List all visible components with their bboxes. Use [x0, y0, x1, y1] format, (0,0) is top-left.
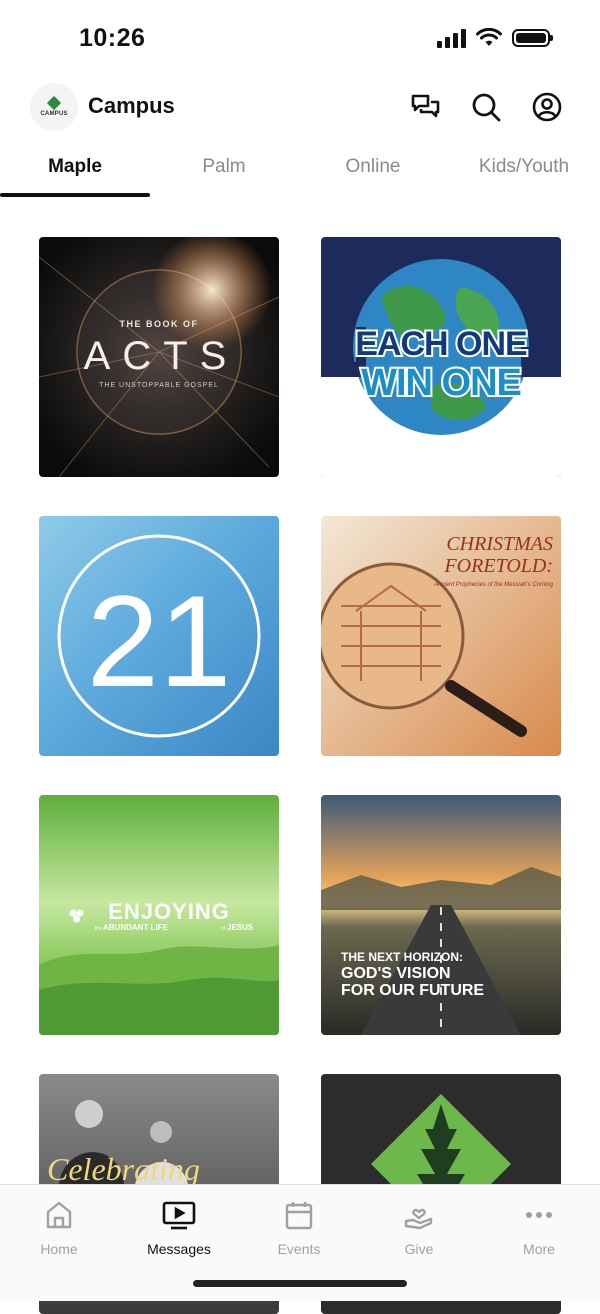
celebrating-title: Celebrating — [47, 1151, 200, 1187]
each-one-cover-art: EACH ONE WIN ONE — [321, 237, 561, 477]
nav-events[interactable]: Events — [249, 1199, 349, 1257]
series-card-next-horizon[interactable]: THE NEXT HORIZON: GOD'S VISION FOR OUR F… — [321, 795, 561, 1035]
wifi-icon — [476, 28, 502, 46]
tab-maple[interactable]: Maple — [0, 156, 150, 178]
christmas-title-2: FORETOLD: — [443, 555, 553, 577]
enjoying-title: ENJOYING — [108, 899, 230, 924]
tab-palm[interactable]: Palm — [150, 156, 298, 178]
give-icon — [404, 1208, 433, 1230]
acts-subtitle: THE UNSTOPPABLE GOSPEL — [99, 382, 219, 389]
enjoying-jesus: JESUS — [227, 923, 254, 932]
series-card-enjoying[interactable]: ENJOYING the ABUNDANT LIFE of JESUS — [39, 795, 279, 1035]
app-header: CAMPUS Campus — [0, 80, 600, 135]
enjoying-cover-art: ENJOYING the ABUNDANT LIFE of JESUS — [39, 795, 279, 1035]
battery-icon — [512, 29, 553, 47]
christmas-cover-art: CHRISTMAS FORETOLD: Ancient Prophecies o… — [321, 516, 561, 756]
21-cover-art: 21 — [39, 516, 279, 756]
nav-give[interactable]: Give — [369, 1199, 469, 1257]
acts-title-small: THE BOOK OF — [120, 319, 199, 329]
chat-icon — [411, 94, 440, 118]
nav-more[interactable]: More — [489, 1199, 589, 1257]
search-button[interactable] — [469, 90, 503, 124]
home-indicator[interactable] — [193, 1280, 407, 1287]
series-card-21[interactable]: 21 — [39, 516, 279, 756]
header-actions — [408, 90, 564, 124]
acts-title: ACTS — [84, 334, 239, 378]
acts-cover-art: THE BOOK OF ACTS THE UNSTOPPABLE GOSPEL — [39, 237, 279, 477]
tab-online[interactable]: Online — [298, 156, 448, 178]
logo-text: CAMPUS — [40, 110, 68, 117]
status-bar: 10:26 — [0, 0, 600, 80]
campus-tabs: Maple Palm Online Kids/Youth — [0, 148, 600, 198]
campus-logo[interactable]: CAMPUS — [30, 83, 78, 131]
series-card-christmas-foretold[interactable]: CHRISTMAS FORETOLD: Ancient Prophecies o… — [321, 516, 561, 756]
enjoying-the: the — [95, 926, 102, 932]
nav-home-label: Home — [40, 1241, 78, 1257]
nav-home[interactable]: Home — [9, 1199, 109, 1257]
chat-button[interactable] — [408, 90, 442, 124]
home-icon — [46, 1201, 72, 1229]
horizon-title-2: GOD'S VISION — [341, 965, 451, 982]
nav-events-label: Events — [277, 1241, 321, 1257]
each-one-line1: EACH ONE — [355, 325, 527, 363]
nav-give-label: Give — [404, 1241, 434, 1257]
nav-more-label: More — [523, 1241, 555, 1257]
cellular-signal-icon — [437, 28, 466, 48]
christmas-subtitle: Ancient Prophecies of the Messiah's Comi… — [433, 582, 554, 588]
search-icon — [472, 93, 501, 122]
status-time: 10:26 — [79, 24, 146, 52]
enjoying-of: of — [221, 926, 226, 932]
horizon-cover-art: THE NEXT HORIZON: GOD'S VISION FOR OUR F… — [321, 795, 561, 1035]
horizon-title-3: FOR OUR FUTURE — [341, 982, 484, 999]
enjoying-subtitle: ABUNDANT LIFE — [103, 923, 169, 932]
status-icons — [437, 28, 553, 48]
messages-icon — [162, 1201, 196, 1230]
21-title: 21 — [87, 568, 232, 714]
tab-indicator — [0, 193, 150, 197]
more-icon — [526, 1212, 552, 1218]
account-icon — [532, 92, 562, 122]
nav-messages-label: Messages — [147, 1241, 211, 1257]
tab-kids-youth[interactable]: Kids/Youth — [448, 156, 600, 178]
each-one-line2: WIN ONE — [361, 362, 521, 404]
horizon-title-1: THE NEXT HORIZON: — [341, 950, 463, 964]
series-card-each-one-win-one[interactable]: EACH ONE WIN ONE — [321, 237, 561, 477]
calendar-icon — [285, 1202, 313, 1230]
account-button[interactable] — [530, 90, 564, 124]
app-title: Campus — [88, 93, 175, 118]
christmas-title-1: CHRISTMAS — [446, 533, 553, 555]
series-card-acts[interactable]: THE BOOK OF ACTS THE UNSTOPPABLE GOSPEL — [39, 237, 279, 477]
nav-messages[interactable]: Messages — [129, 1199, 229, 1257]
